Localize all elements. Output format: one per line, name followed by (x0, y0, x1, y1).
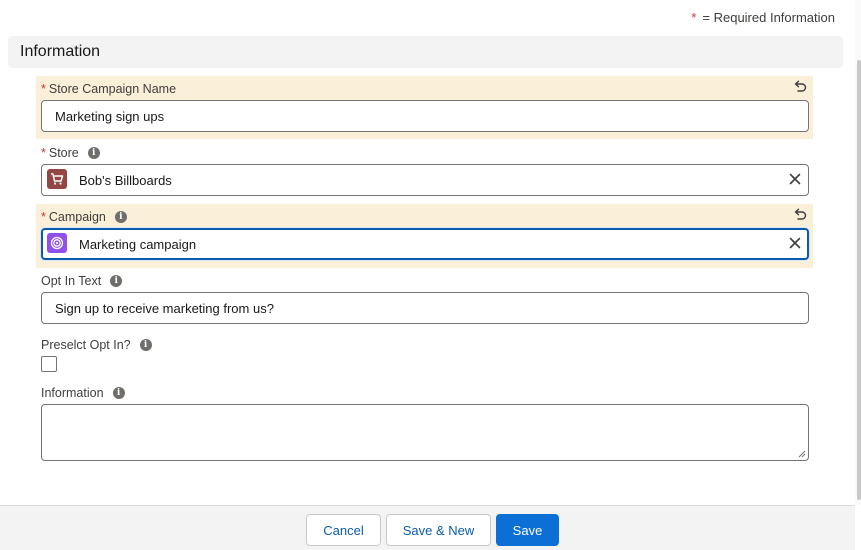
field-label-preselect-opt-in: Preselct Opt In? i (41, 338, 152, 352)
opt-in-text-input[interactable]: Sign up to receive marketing from us? (41, 292, 809, 324)
field-store-campaign-name: * Store Campaign Name Marketing sign ups (36, 76, 813, 139)
field-label-campaign: * Campaign i (41, 210, 127, 224)
clear-selection-icon[interactable] (788, 172, 802, 186)
modal-footer: Cancel Save & New Save (0, 505, 855, 550)
input-value: Sign up to receive marketing from us? (55, 301, 274, 316)
field-label-information: Information i (41, 386, 125, 400)
info-icon[interactable]: i (110, 275, 123, 287)
preselect-opt-in-checkbox[interactable] (41, 356, 57, 372)
required-marker: * (41, 146, 46, 160)
field-label-store-campaign-name: * Store Campaign Name (41, 82, 176, 96)
field-preselect-opt-in: Preselct Opt In? i (36, 332, 813, 376)
store-cart-icon (47, 169, 67, 189)
scrollbar-track[interactable] (855, 0, 861, 505)
information-textarea[interactable] (41, 404, 809, 461)
required-marker: * (41, 82, 46, 96)
input-value: Marketing sign ups (55, 109, 165, 124)
input-value: Bob's Billboards (79, 173, 172, 188)
undo-icon[interactable] (793, 79, 807, 93)
field-store: * Store i Bob's Billboards (36, 140, 813, 204)
campaign-lookup-input[interactable]: Marketing campaign (41, 228, 809, 260)
field-label-opt-in-text: Opt In Text i (41, 274, 123, 288)
info-icon[interactable]: i (139, 339, 152, 351)
input-value: Marketing campaign (79, 237, 197, 252)
field-information: Information i (36, 380, 813, 400)
required-marker: * (41, 210, 46, 224)
undo-icon[interactable] (793, 207, 807, 221)
required-information-note: * = Required Information (691, 10, 835, 25)
info-icon[interactable]: i (114, 211, 127, 223)
label-text: Campaign (48, 210, 106, 224)
save-and-new-button[interactable]: Save & New (386, 514, 491, 546)
section-header-information[interactable]: Information (8, 36, 843, 68)
info-icon[interactable]: i (112, 387, 125, 399)
clear-selection-icon[interactable] (788, 236, 802, 250)
label-text: Opt In Text (41, 274, 102, 288)
campaign-target-icon (47, 233, 67, 253)
required-note-text: = Required Information (702, 10, 835, 25)
label-text: Preselct Opt In? (41, 338, 131, 352)
scrollbar-thumb[interactable] (857, 60, 861, 500)
section-title: Information (20, 43, 101, 60)
field-label-store: * Store i (41, 146, 100, 160)
info-icon[interactable]: i (87, 147, 100, 159)
label-text: Information (41, 386, 104, 400)
store-campaign-name-input[interactable]: Marketing sign ups (41, 100, 809, 132)
field-campaign: * Campaign i Marketing campaign (36, 204, 813, 268)
store-lookup-input[interactable]: Bob's Billboards (41, 164, 809, 196)
field-opt-in-text: Opt In Text i Sign up to receive marketi… (36, 268, 813, 332)
resize-grip-icon[interactable] (798, 450, 806, 458)
label-text: Store Campaign Name (48, 82, 177, 96)
label-text: Store (48, 146, 79, 160)
required-star: * (691, 10, 697, 25)
save-button[interactable]: Save (496, 514, 559, 546)
cancel-button[interactable]: Cancel (306, 514, 381, 546)
